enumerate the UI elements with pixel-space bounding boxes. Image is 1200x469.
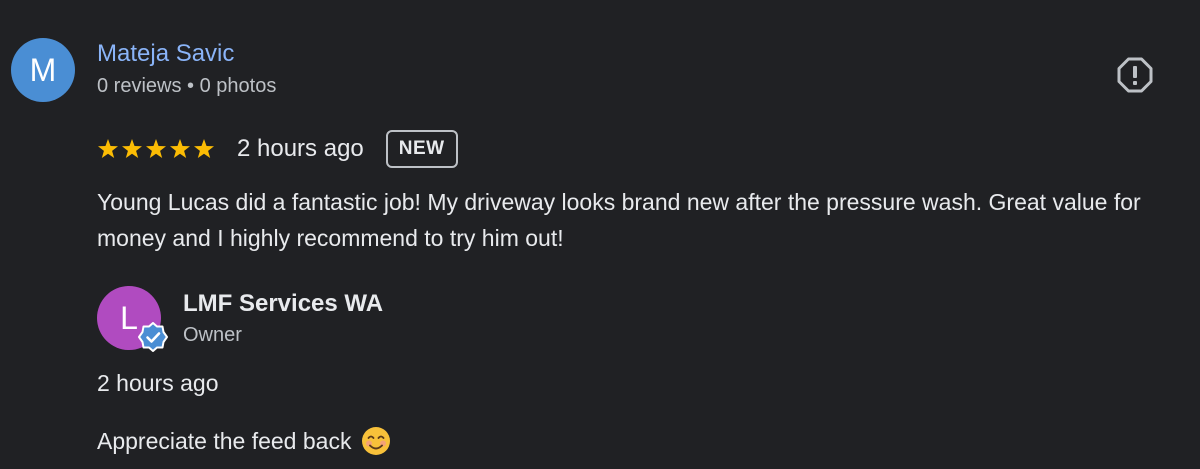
star-rating — [97, 138, 215, 160]
star-icon — [194, 139, 214, 158]
star-icon — [170, 139, 190, 158]
report-flag-icon — [1117, 57, 1153, 93]
star-icon — [122, 139, 142, 158]
review-text: Young Lucas did a fantastic job! My driv… — [97, 189, 1141, 251]
smiling-face-emoji — [362, 427, 391, 455]
reviewer-initial: M — [29, 51, 57, 88]
reviewer-avatar[interactable]: M — [11, 38, 75, 102]
owner-name: LMF Services WA — [183, 290, 384, 317]
reviewer-name-link[interactable]: Mateja Savic — [97, 40, 234, 68]
review-card: M Mateja Savic 0 reviews • 0 photos 2 ho… — [0, 0, 1200, 469]
reply-text-row: Appreciate the feed back — [97, 426, 391, 456]
review-time: 2 hours ago — [237, 135, 364, 162]
star-icon — [146, 139, 166, 158]
reviewer-meta: 0 reviews • 0 photos — [97, 75, 277, 97]
reply-text: Appreciate the feed back — [97, 427, 352, 454]
owner-role: Owner — [183, 324, 242, 346]
star-icon — [98, 139, 118, 158]
rating-row: 2 hours ago NEW — [97, 129, 458, 169]
verified-check-icon — [138, 322, 168, 352]
report-review-button[interactable] — [1116, 56, 1154, 94]
new-badge: NEW — [385, 130, 458, 168]
owner-initial: L — [120, 299, 138, 336]
reply-time: 2 hours ago — [97, 370, 219, 396]
